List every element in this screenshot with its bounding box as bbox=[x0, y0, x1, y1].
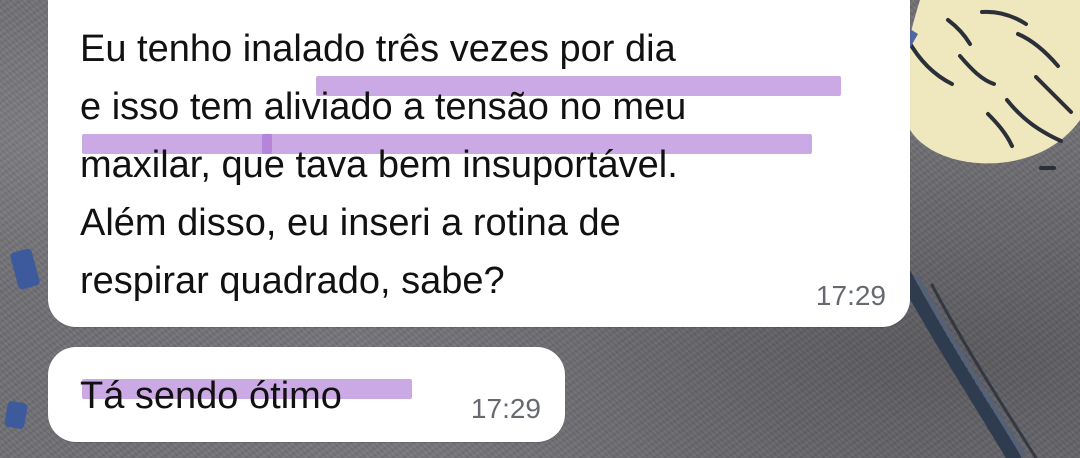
wallpaper-blue-mark bbox=[9, 247, 41, 291]
wallpaper-blue-mark bbox=[3, 400, 29, 430]
message-text: Eu tenho inalado três vezes por dia e is… bbox=[80, 28, 687, 302]
message-text: Tá sendo ótimo bbox=[80, 375, 342, 417]
message-bubble[interactable]: Eu tenho inalado três vezes por dia e is… bbox=[48, 0, 910, 327]
message-bubble[interactable]: Tá sendo ótimo 17:29 bbox=[48, 347, 565, 442]
